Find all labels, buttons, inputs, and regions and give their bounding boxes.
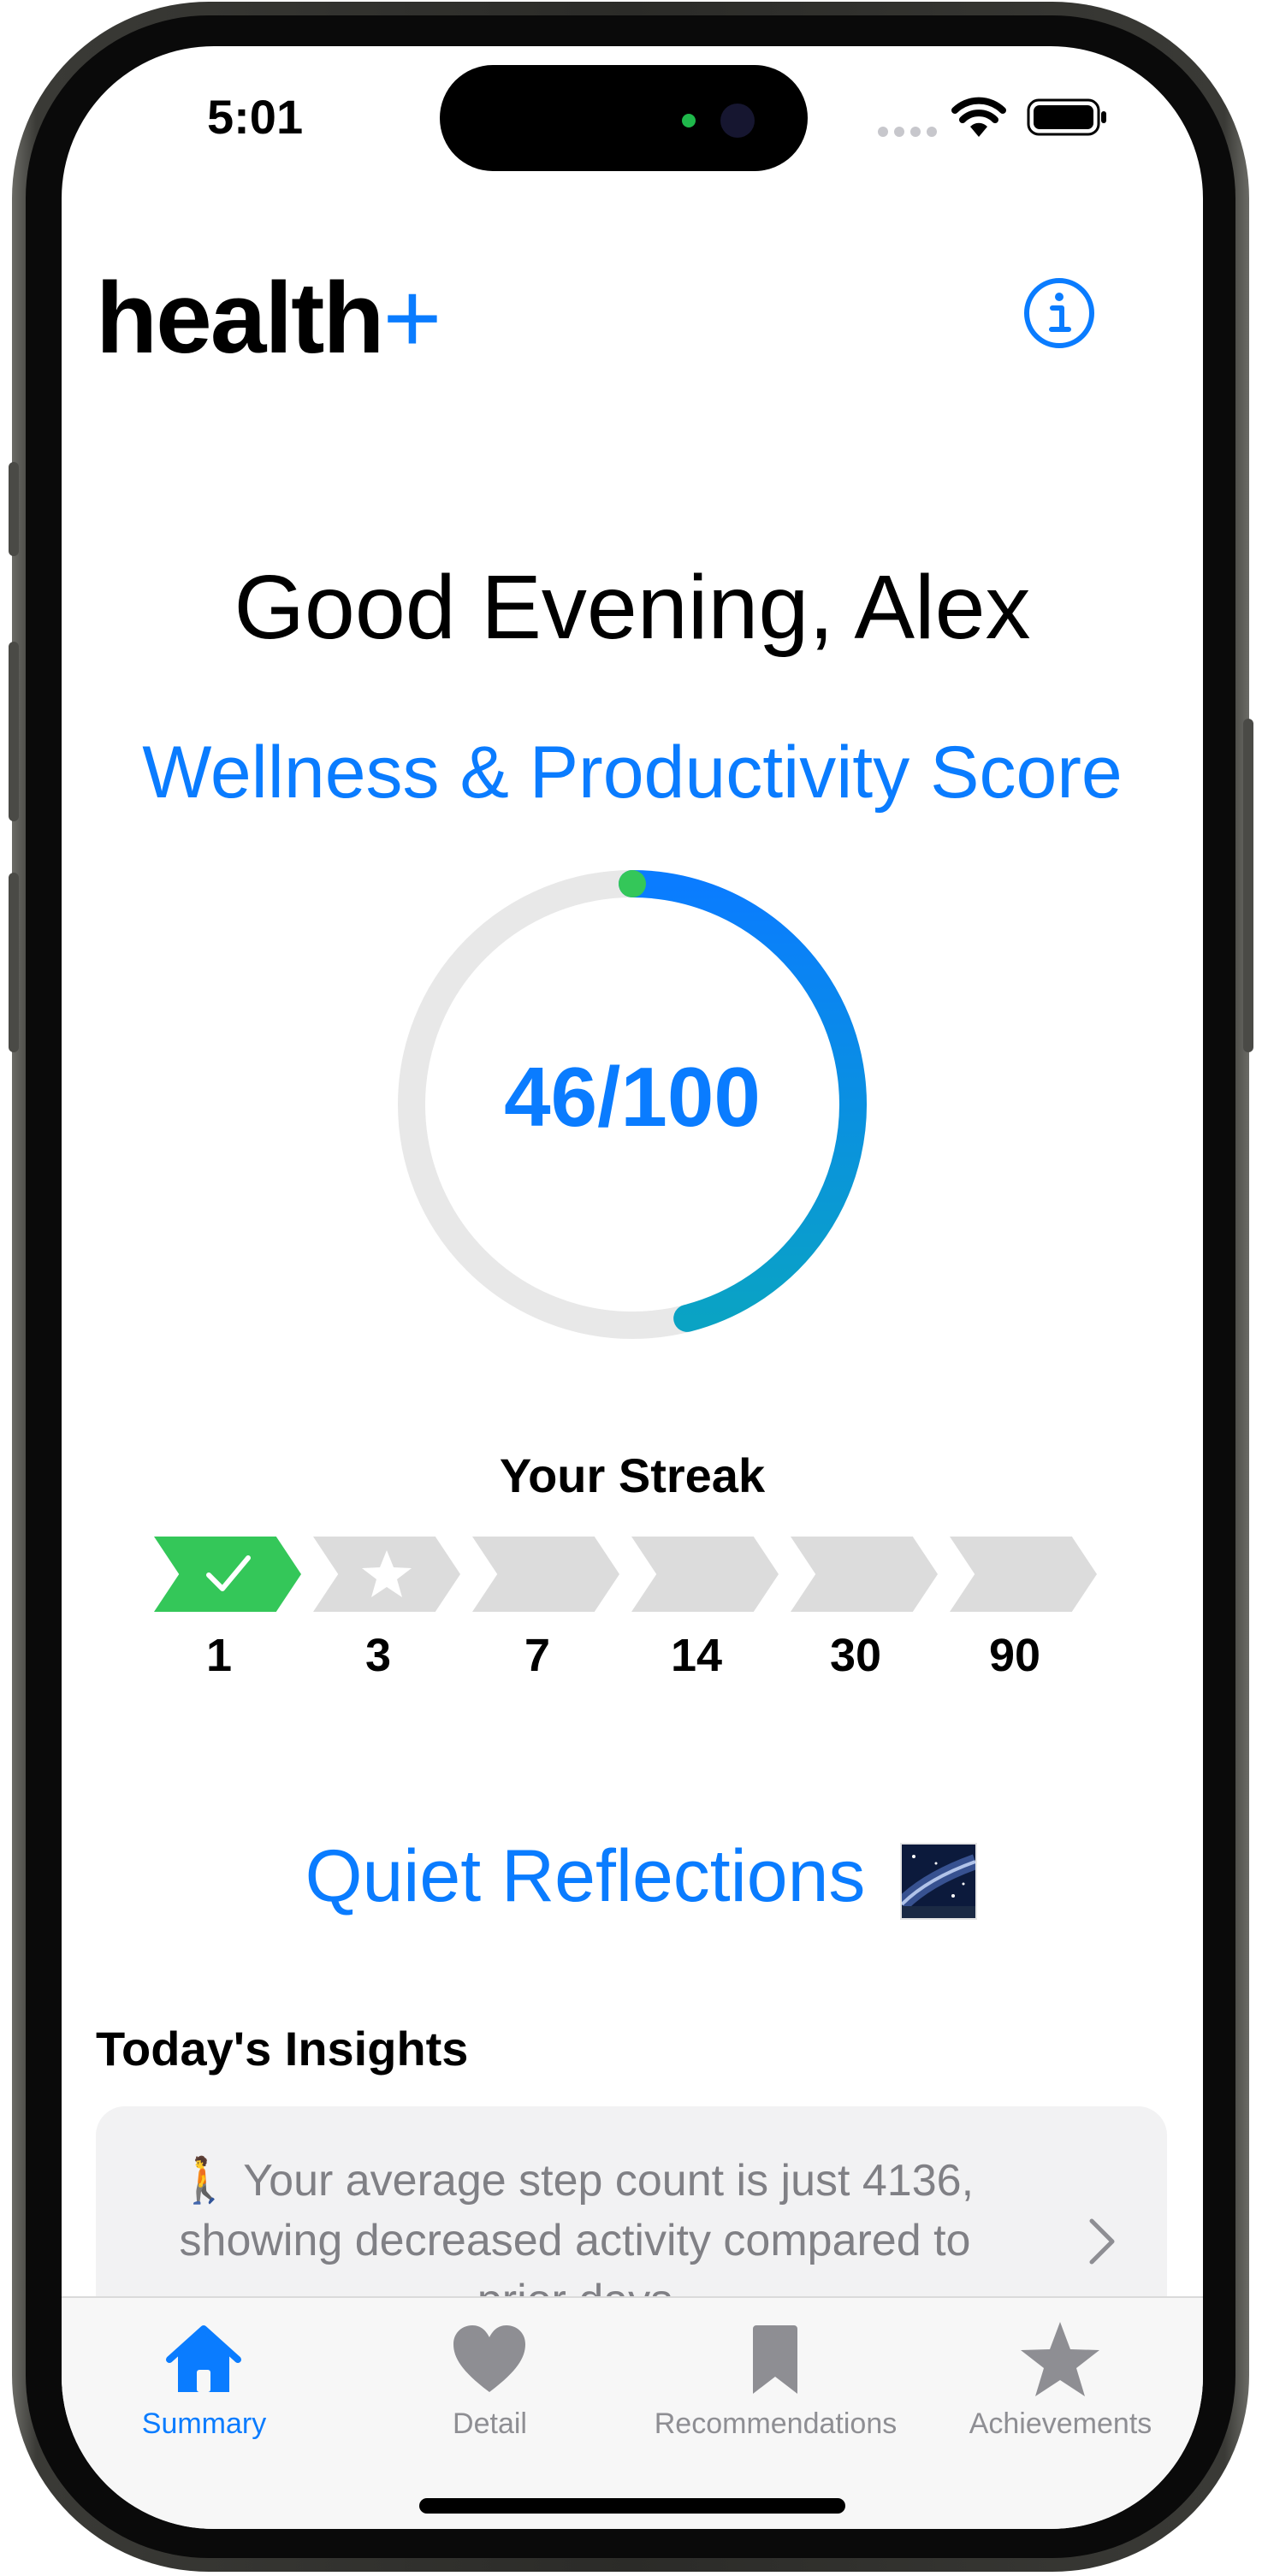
streak-step-1	[154, 1537, 301, 1612]
tab-label: Recommendations	[654, 2407, 898, 2440]
heart-icon	[453, 2325, 525, 2392]
insights-title: Today's Insights	[96, 2022, 469, 2076]
streak-step-7	[472, 1537, 619, 1612]
phone-screen: 5:01 health+ Good Evening, Alex Wellness…	[62, 46, 1203, 2529]
tab-label: Summary	[141, 2407, 267, 2440]
chevron-right-icon	[1089, 2218, 1115, 2265]
app-brand: health+	[96, 260, 442, 376]
checkmark-icon	[206, 1555, 251, 1591]
streak-label: 90	[988, 1630, 1041, 1681]
milky-way-icon	[900, 1843, 977, 1920]
streak-title: Your Streak	[499, 1448, 766, 1502]
tab-label: Achievements	[969, 2407, 1152, 2440]
streak-step-14	[631, 1537, 779, 1612]
tab-recommendations[interactable]: Recommendations	[633, 2298, 918, 2469]
streak-step-30	[791, 1537, 938, 1612]
wifi-icon	[951, 97, 1006, 137]
streak-label: 1	[205, 1630, 233, 1681]
streak-step-90	[950, 1537, 1097, 1612]
reflections-label: Quiet Reflections	[305, 1835, 866, 1917]
info-circle-icon[interactable]	[1022, 275, 1097, 351]
score-ring-start-dot	[619, 870, 646, 897]
score-value: 46/100	[504, 1050, 761, 1144]
streak-label: 14	[670, 1630, 723, 1681]
streak-step-3	[313, 1537, 460, 1612]
power-button	[1243, 719, 1253, 1052]
reflections-title[interactable]: Quiet Reflections	[62, 1834, 1203, 1919]
cellular-signal-icon	[878, 127, 937, 137]
house-icon	[166, 2325, 241, 2392]
tab-label: Detail	[453, 2407, 527, 2440]
action-button	[9, 462, 19, 556]
walking-person-icon: 🚶	[175, 2156, 232, 2206]
volume-up-button	[9, 642, 19, 821]
star-icon	[1021, 2322, 1099, 2396]
tab-bar: Summary Detail Recommendations Achieveme…	[62, 2296, 1203, 2529]
streak-label: 3	[364, 1630, 392, 1681]
privacy-indicator	[682, 114, 696, 127]
battery-icon	[1027, 98, 1106, 136]
tab-summary[interactable]: Summary	[62, 2298, 347, 2469]
star-icon	[362, 1550, 412, 1597]
score-title: Wellness & Productivity Score	[142, 731, 1123, 814]
brand-name: health	[96, 262, 384, 375]
streak-label: 30	[829, 1630, 882, 1681]
streak-label: 7	[524, 1630, 551, 1681]
tab-achievements[interactable]: Achievements	[918, 2298, 1203, 2469]
tab-detail[interactable]: Detail	[347, 2298, 632, 2469]
status-time: 5:01	[207, 90, 304, 144]
greeting-text: Good Evening, Alex	[234, 557, 1031, 658]
brand-plus: +	[382, 262, 442, 375]
volume-down-button	[9, 873, 19, 1052]
home-indicator[interactable]	[419, 2498, 845, 2514]
front-camera	[720, 104, 755, 138]
streak-progress	[154, 1537, 1112, 1614]
bookmark-icon	[753, 2325, 797, 2394]
